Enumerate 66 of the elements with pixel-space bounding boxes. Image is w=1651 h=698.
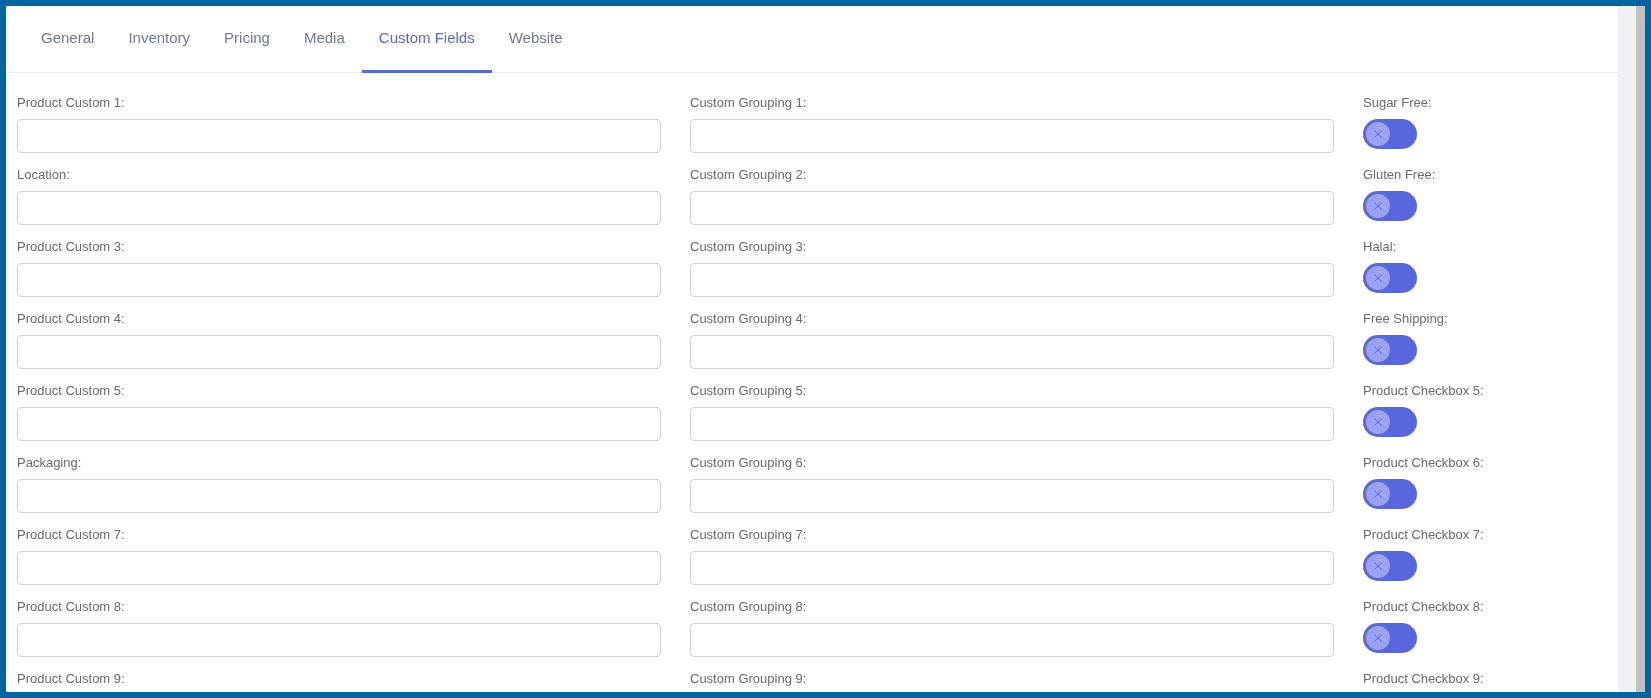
- field-label: Product Custom 5:: [17, 382, 125, 400]
- close-icon: [1366, 266, 1390, 290]
- tab[interactable]: General: [24, 6, 112, 73]
- input-field[interactable]: [690, 623, 1334, 657]
- input-field[interactable]: [690, 119, 1334, 153]
- close-icon: [1366, 482, 1390, 506]
- input-field[interactable]: [17, 335, 661, 369]
- toggle-switch[interactable]: [1363, 335, 1417, 365]
- toggle-switch[interactable]: [1363, 623, 1417, 653]
- toggle-switch[interactable]: [1363, 119, 1417, 149]
- scrollbar-thumb[interactable]: [1636, 6, 1645, 692]
- input-field[interactable]: [690, 191, 1334, 225]
- toggle-label: Halal:: [1363, 238, 1397, 256]
- toggle-switch[interactable]: [1363, 479, 1417, 509]
- field-label: Custom Grouping 9:: [690, 670, 807, 688]
- toggle-switch[interactable]: [1363, 191, 1417, 221]
- toggle-label: Product Checkbox 6:: [1363, 454, 1484, 472]
- toggle-label: Product Checkbox 5:: [1363, 382, 1484, 400]
- input-field[interactable]: [17, 407, 661, 441]
- field-label: Custom Grouping 4:: [690, 310, 807, 328]
- tab[interactable]: Pricing: [207, 6, 287, 73]
- toggle-switch[interactable]: [1363, 551, 1417, 581]
- input-field[interactable]: [690, 407, 1334, 441]
- field-label: Custom Grouping 3:: [690, 238, 807, 256]
- field-label: Product Custom 4:: [17, 310, 125, 328]
- toggle-switch[interactable]: [1363, 407, 1417, 437]
- input-field[interactable]: [17, 263, 661, 297]
- field-label: Custom Grouping 7:: [690, 526, 807, 544]
- field-label: Custom Grouping 1:: [690, 94, 807, 112]
- field-label: Custom Grouping 2:: [690, 166, 807, 184]
- field-label: Custom Grouping 5:: [690, 382, 807, 400]
- close-icon: [1366, 194, 1390, 218]
- toggle-label: Free Shipping:: [1363, 310, 1448, 328]
- input-field[interactable]: [690, 335, 1334, 369]
- close-icon: [1366, 554, 1390, 578]
- close-icon: [1366, 122, 1390, 146]
- field-label: Location:: [17, 166, 70, 184]
- input-field[interactable]: [690, 263, 1334, 297]
- input-field[interactable]: [17, 119, 661, 153]
- input-field[interactable]: [690, 479, 1334, 513]
- field-label: Product Custom 9:: [17, 670, 125, 688]
- field-label: Product Custom 1:: [17, 94, 125, 112]
- field-label: Product Custom 8:: [17, 598, 125, 616]
- tab[interactable]: Inventory: [111, 6, 208, 73]
- close-icon: [1366, 338, 1390, 362]
- toggle-label: Sugar Free:: [1363, 94, 1432, 112]
- field-label: Custom Grouping 6:: [690, 454, 807, 472]
- close-icon: [1366, 410, 1390, 434]
- toggle-label: Gluten Free:: [1363, 166, 1436, 184]
- toggle-label: Product Checkbox 8:: [1363, 598, 1484, 616]
- tab[interactable]: Media: [286, 6, 362, 73]
- tab[interactable]: Custom Fields: [361, 6, 492, 73]
- toggle-label: Product Checkbox 7:: [1363, 526, 1484, 544]
- field-label: Packaging:: [17, 454, 82, 472]
- tab[interactable]: Website: [491, 6, 580, 73]
- field-label: Product Custom 7:: [17, 526, 125, 544]
- field-label: Custom Grouping 8:: [690, 598, 807, 616]
- toggle-label: Product Checkbox 9:: [1363, 670, 1484, 688]
- field-label: Product Custom 3:: [17, 238, 125, 256]
- input-field[interactable]: [17, 551, 661, 585]
- input-field[interactable]: [17, 623, 661, 657]
- toggle-switch[interactable]: [1363, 263, 1417, 293]
- close-icon: [1366, 626, 1390, 650]
- input-field[interactable]: [690, 551, 1334, 585]
- input-field[interactable]: [17, 479, 661, 513]
- input-field[interactable]: [17, 191, 661, 225]
